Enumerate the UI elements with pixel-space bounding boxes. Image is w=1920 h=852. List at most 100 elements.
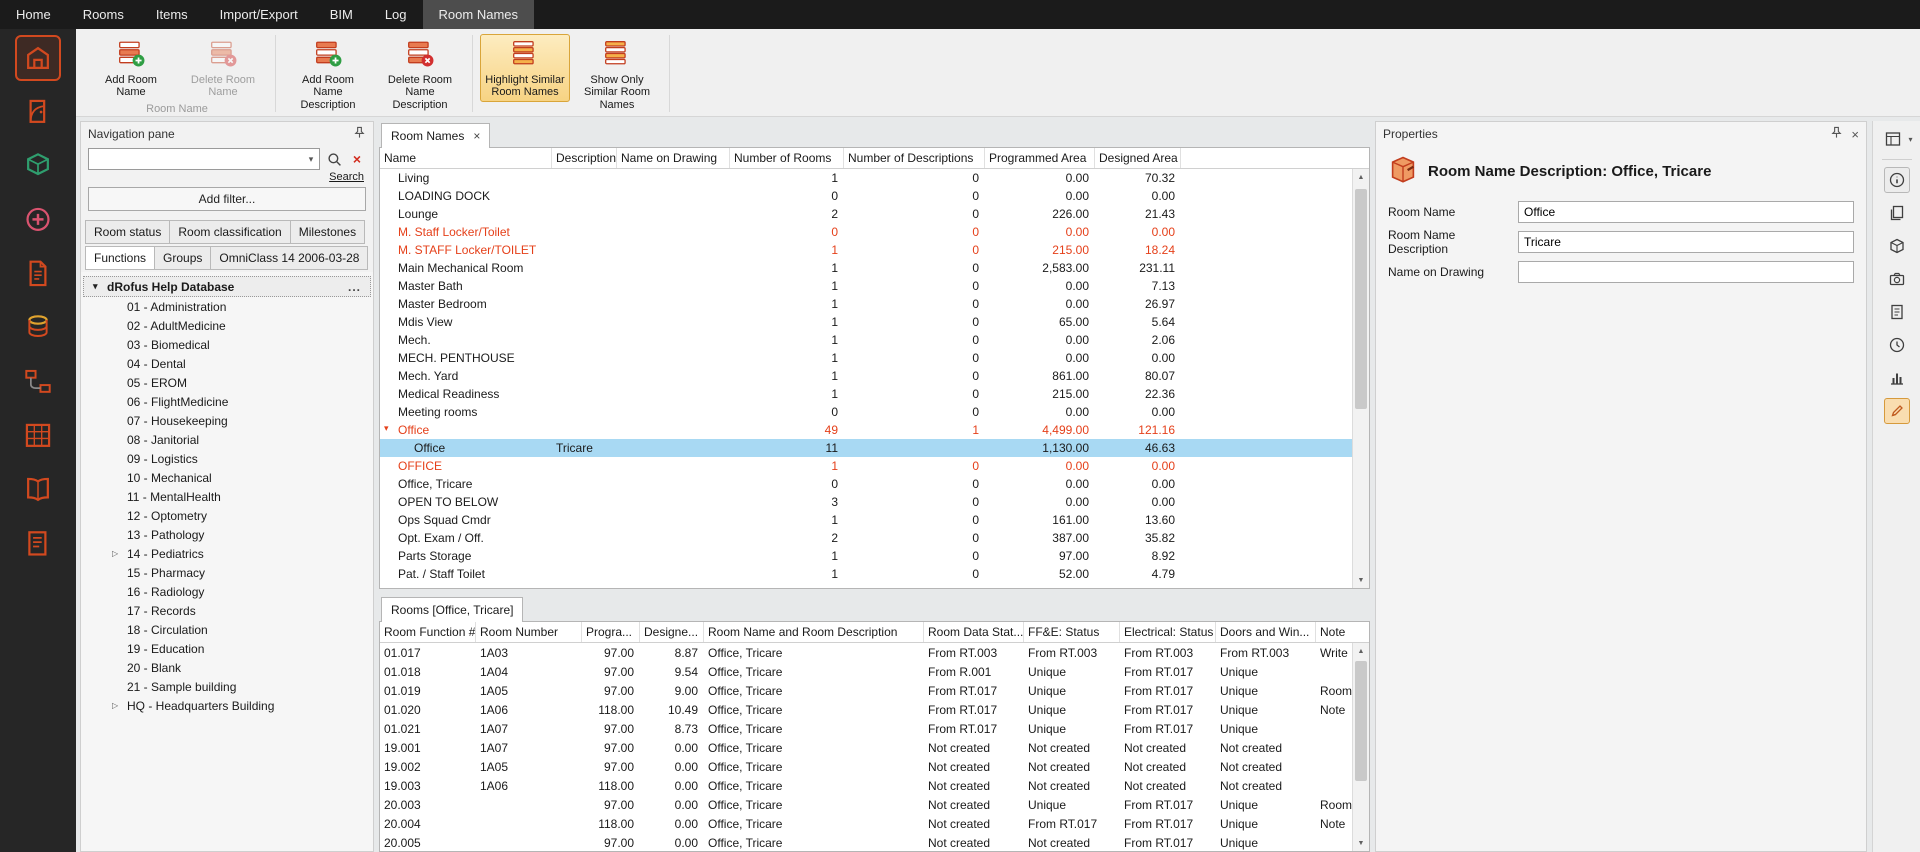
info-icon[interactable]	[1884, 167, 1910, 193]
room-name-row[interactable]: Mech.100.002.06	[380, 331, 1352, 349]
tree-item-08-janitorial[interactable]: 08 - Janitorial	[81, 430, 373, 449]
ribbon-button-add-room-name[interactable]: Add Room Name	[86, 34, 176, 102]
column-header-progra[interactable]: Progra...	[582, 622, 640, 642]
room-name-row[interactable]: Living100.0070.32	[380, 169, 1352, 187]
finance-icon[interactable]	[15, 305, 61, 351]
room-row[interactable]: 01.0211A0797.008.73Office, TricareFrom R…	[380, 719, 1352, 738]
tree-item-11-mentalhealth[interactable]: 11 - MentalHealth	[81, 487, 373, 506]
filter-tab-milestones[interactable]: Milestones	[290, 220, 365, 244]
pages-icon[interactable]	[1884, 200, 1910, 226]
room-row[interactable]: 20.00597.000.00Office, TricareNot create…	[380, 833, 1352, 851]
column-header-ff-e-status[interactable]: FF&E: Status	[1024, 622, 1120, 642]
menu-item-import-export[interactable]: Import/Export	[204, 0, 314, 29]
tree-item-03-biomedical[interactable]: 03 - Biomedical	[81, 335, 373, 354]
column-header-number-of-descriptions[interactable]: Number of Descriptions	[844, 148, 985, 168]
tab-room-names[interactable]: Room Names ×	[381, 123, 490, 148]
room-name-row[interactable]: Lounge20226.0021.43	[380, 205, 1352, 223]
search-link[interactable]: Search	[329, 171, 364, 183]
tree-item-07-housekeeping[interactable]: 07 - Housekeeping	[81, 411, 373, 430]
documents-icon[interactable]	[15, 251, 61, 297]
layout-icon[interactable]	[1880, 126, 1906, 152]
chart-icon[interactable]	[1884, 365, 1910, 391]
scroll-down-icon[interactable]: ▼	[1353, 572, 1369, 588]
tree-item-14-pediatrics[interactable]: ▷14 - Pediatrics	[81, 544, 373, 563]
chevron-down-icon[interactable]: ▾	[1908, 135, 1912, 144]
room-name-row[interactable]: Opt. Exam / Off.20387.0035.82	[380, 529, 1352, 547]
edit-note-icon[interactable]	[1884, 398, 1910, 424]
room-name-row[interactable]: Mdis View1065.005.64	[380, 313, 1352, 331]
room-row[interactable]: 01.0201A06118.0010.49Office, TricareFrom…	[380, 700, 1352, 719]
ribbon-button-add-room-name-description[interactable]: Add Room Name Description	[283, 34, 373, 115]
property-input-room-name[interactable]	[1518, 201, 1854, 223]
tree-item-19-education[interactable]: 19 - Education	[81, 639, 373, 658]
property-input-name-on-drawing[interactable]	[1518, 261, 1854, 283]
menu-item-bim[interactable]: BIM	[314, 0, 369, 29]
close-icon[interactable]: ×	[473, 130, 480, 142]
classification-tab-omniclass-14-2006-03-28[interactable]: OmniClass 14 2006-03-28	[210, 246, 368, 270]
column-header-designed-area[interactable]: Designed Area	[1095, 148, 1181, 168]
search-input[interactable]	[89, 152, 303, 166]
tree-root[interactable]: ▾ dRofus Help Database ...	[83, 276, 371, 297]
tree-item-10-mechanical[interactable]: 10 - Mechanical	[81, 468, 373, 487]
room-row[interactable]: 01.0191A0597.009.00Office, TricareFrom R…	[380, 681, 1352, 700]
search-icon[interactable]	[324, 149, 344, 169]
room-name-row[interactable]: OFFICE100.000.00	[380, 457, 1352, 475]
items-icon[interactable]	[15, 143, 61, 189]
column-header-room-name-and-room-description[interactable]: Room Name and Room Description	[704, 622, 924, 642]
close-icon[interactable]: ×	[1851, 128, 1859, 141]
tree-item-20-blank[interactable]: 20 - Blank	[81, 658, 373, 677]
ribbon-button-delete-room-name[interactable]: Delete Room Name	[178, 34, 268, 102]
tree-item-06-flightmedicine[interactable]: 06 - FlightMedicine	[81, 392, 373, 411]
search-combobox[interactable]: ▾	[88, 148, 320, 170]
room-name-row[interactable]: Mech. Yard10861.0080.07	[380, 367, 1352, 385]
room-name-row[interactable]: Meeting rooms000.000.00	[380, 403, 1352, 421]
history-icon[interactable]	[1884, 332, 1910, 358]
column-header-name-on-drawing[interactable]: Name on Drawing	[617, 148, 730, 168]
expand-caret-icon[interactable]: ▾	[384, 423, 398, 437]
tab-rooms-office-tricare[interactable]: Rooms [Office, Tricare]	[381, 597, 523, 622]
tree-item-16-radiology[interactable]: 16 - Radiology	[81, 582, 373, 601]
rooms-icon[interactable]	[15, 35, 61, 81]
column-header-note[interactable]: Note	[1316, 622, 1369, 642]
room-row[interactable]: 20.004118.000.00Office, TricareNot creat…	[380, 814, 1352, 833]
camera-icon[interactable]	[1884, 266, 1910, 292]
room-name-row[interactable]: MECH. PENTHOUSE100.000.00	[380, 349, 1352, 367]
tree-item-13-pathology[interactable]: 13 - Pathology	[81, 525, 373, 544]
add-filter-combobox[interactable]: Add filter...	[88, 187, 366, 211]
room-row[interactable]: 01.0181A0497.009.54Office, TricareFrom R…	[380, 662, 1352, 681]
pin-icon[interactable]	[353, 126, 366, 142]
scroll-up-icon[interactable]: ▲	[1353, 169, 1369, 185]
room-row[interactable]: 19.0011A0797.000.00Office, TricareNot cr…	[380, 738, 1352, 757]
column-header-room-number[interactable]: Room Number	[476, 622, 582, 642]
ribbon-button-highlight-similar-room-names[interactable]: Highlight Similar Room Names	[480, 34, 570, 102]
filter-tab-room-status[interactable]: Room status	[85, 220, 170, 244]
medical-icon[interactable]	[15, 197, 61, 243]
tree-root-menu-icon[interactable]: ...	[348, 280, 371, 294]
log-icon[interactable]	[15, 521, 61, 567]
room-name-row[interactable]: Parts Storage1097.008.92	[380, 547, 1352, 565]
tree-item-09-logistics[interactable]: 09 - Logistics	[81, 449, 373, 468]
panel-layout-selector[interactable]: ▾	[1880, 126, 1912, 152]
room-names-scrollbar[interactable]: ▲▼	[1352, 169, 1369, 588]
clear-search-icon[interactable]: ×	[348, 149, 366, 169]
column-header-room-data-stat[interactable]: Room Data Stat...	[924, 622, 1024, 642]
tree-item-04-dental[interactable]: 04 - Dental	[81, 354, 373, 373]
room-name-row[interactable]: M. STAFF Locker/TOILET10215.0018.24	[380, 241, 1352, 259]
room-name-row[interactable]: LOADING DOCK000.000.00	[380, 187, 1352, 205]
room-name-row[interactable]: Medical Readiness10215.0022.36	[380, 385, 1352, 403]
room-name-row[interactable]: Ops Squad Cmdr10161.0013.60	[380, 511, 1352, 529]
chevron-down-icon[interactable]: ▾	[303, 154, 319, 165]
column-header-electrical-status[interactable]: Electrical: Status	[1120, 622, 1216, 642]
room-name-row[interactable]: OPEN TO BELOW300.000.00	[380, 493, 1352, 511]
note-icon[interactable]	[1884, 299, 1910, 325]
room-name-row[interactable]: Office, Tricare000.000.00	[380, 475, 1352, 493]
column-header-name[interactable]: Name	[380, 148, 552, 168]
room-name-row[interactable]: Master Bath100.007.13	[380, 277, 1352, 295]
column-header-description[interactable]: Description	[552, 148, 617, 168]
column-header-programmed-area[interactable]: Programmed Area	[985, 148, 1095, 168]
tree-item-02-adultmedicine[interactable]: 02 - AdultMedicine	[81, 316, 373, 335]
scroll-thumb[interactable]	[1355, 189, 1367, 409]
room-row[interactable]: 01.0171A0397.008.87Office, TricareFrom R…	[380, 643, 1352, 662]
chevron-right-icon[interactable]: ▷	[112, 549, 118, 558]
room-name-row[interactable]: Master Bedroom100.0026.97	[380, 295, 1352, 313]
